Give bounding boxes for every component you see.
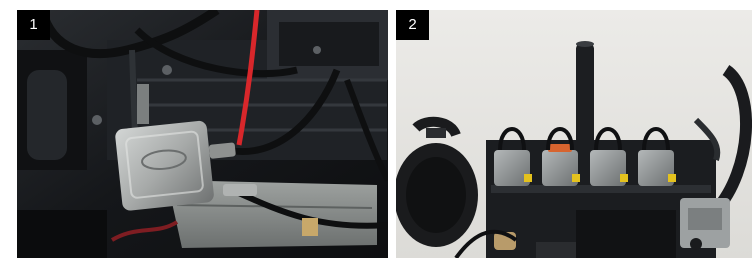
panel-number-badge: 2 [396,10,429,40]
engine-side-view-photo [396,10,752,258]
engine-connector-photo [17,10,388,258]
photo-panel-2: 2 [396,10,752,258]
panel-number-badge: 1 [17,10,50,40]
photo-collage: 1 2 [0,0,752,260]
photo-panel-1: 1 [17,10,388,258]
